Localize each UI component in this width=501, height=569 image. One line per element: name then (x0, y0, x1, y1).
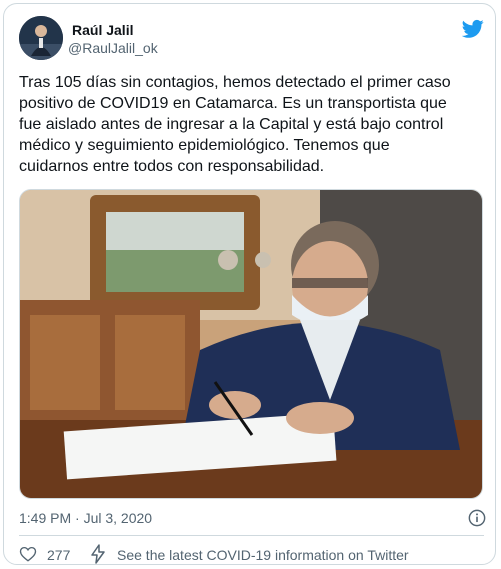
info-icon[interactable] (468, 509, 486, 527)
author-handle[interactable]: @RaulJalil_ok (68, 40, 158, 56)
like-count[interactable]: 277 (47, 547, 70, 563)
tweet-card: Raúl Jalil @RaulJalil_ok Tras 105 días s… (3, 3, 496, 565)
lightning-icon (91, 544, 105, 564)
tweet-photo[interactable] (19, 189, 483, 499)
timestamp[interactable]: 1:49 PM · Jul 3, 2020 (19, 510, 152, 526)
tweet-text: Tras 105 días sin contagios, hemos detec… (19, 72, 484, 177)
divider (19, 535, 484, 536)
tweet-line: positivo de COVID19 en Catamarca. Es un … (19, 95, 447, 112)
author-name[interactable]: Raúl Jalil (72, 22, 133, 38)
covid-info-link[interactable]: See the latest COVID-19 information on T… (117, 547, 409, 563)
twitter-bird-icon[interactable] (462, 19, 484, 39)
tweet-line: Tras 105 días sin contagios, hemos detec… (19, 74, 451, 91)
avatar[interactable] (19, 16, 63, 60)
tweet-line: médico y seguimiento epidemiológico. Ten… (19, 137, 390, 154)
tweet-line: fue aislado antes de ingresar a la Capit… (19, 116, 444, 133)
tweet-line: cuidarnos entre todos con responsabilida… (19, 158, 325, 175)
heart-icon[interactable] (19, 545, 37, 563)
